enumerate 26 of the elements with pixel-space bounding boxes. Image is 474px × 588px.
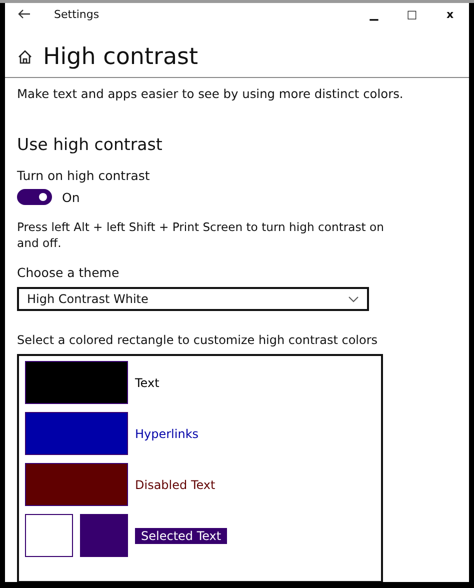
- toggle-label: Turn on high contrast: [17, 168, 151, 183]
- page-title: High contrast: [43, 43, 198, 71]
- section-title: Use high contrast: [17, 135, 164, 154]
- page-description: Make text and apps easier to see by using more distinct colors.: [17, 87, 404, 101]
- maximize-button[interactable]: □: [393, 8, 431, 20]
- color-swatch[interactable]: [25, 412, 128, 455]
- chevron-icon: [348, 296, 359, 302]
- back-icon[interactable]: [18, 9, 30, 19]
- shortcut-hint: Press left Alt + left Shift + Print Screen to turn high contrast on and off.: [17, 219, 385, 251]
- color-label: Text: [135, 376, 160, 390]
- color-label: Disabled Text: [135, 478, 216, 492]
- color-swatch[interactable]: [80, 514, 128, 557]
- colors-label: Select a colored rectangle to customize high contrast colors: [17, 333, 379, 347]
- color-swatch[interactable]: [25, 514, 73, 557]
- color-swatch[interactable]: [25, 463, 128, 506]
- toggle-switch[interactable]: [17, 189, 52, 205]
- color-swatch[interactable]: [25, 361, 128, 404]
- toggle-state: On: [62, 190, 80, 204]
- home-icon[interactable]: [17, 49, 33, 65]
- close-button[interactable]: x: [431, 8, 469, 20]
- color-label: Selected Text: [135, 528, 228, 544]
- color-label: Hyperlinks: [135, 426, 199, 440]
- window-title: Settings: [54, 8, 100, 20]
- theme-dropdown[interactable]: High Contrast White: [17, 287, 369, 311]
- theme-label: Choose a theme: [17, 265, 120, 280]
- minimize-button[interactable]: ▁: [355, 8, 393, 20]
